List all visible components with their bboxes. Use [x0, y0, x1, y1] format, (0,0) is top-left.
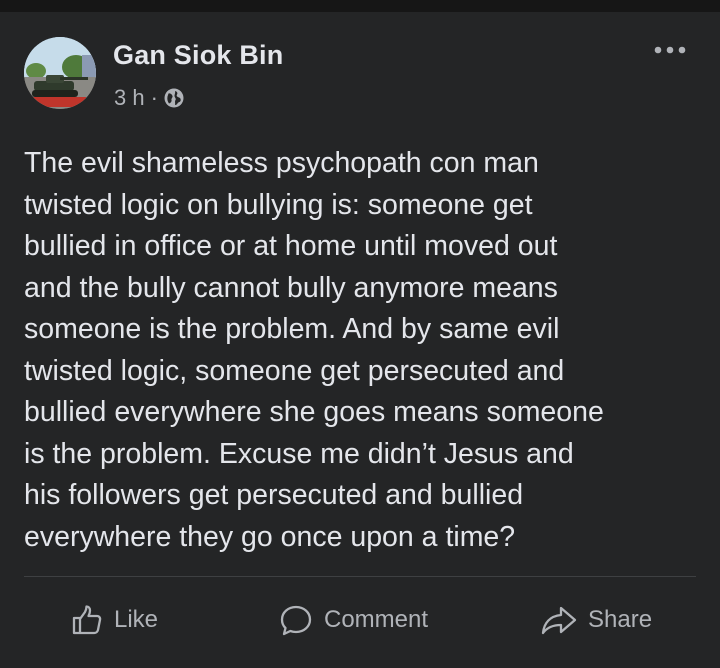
top-bar — [0, 0, 720, 12]
comment-bubble-icon — [280, 605, 312, 636]
author-name[interactable]: Gan Siok Bin — [113, 40, 283, 71]
post-card: Gan Siok Bin 3 h · The evil shameless ps… — [0, 12, 720, 668]
action-bar: Like Comment Share — [0, 596, 720, 644]
more-options-icon[interactable] — [650, 38, 690, 62]
share-arrow-icon — [541, 606, 577, 635]
meta-separator: · — [150, 85, 158, 110]
comment-button[interactable]: Comment — [278, 596, 428, 644]
post-meta: 3 h · — [114, 85, 184, 111]
avatar-image — [24, 37, 96, 109]
like-label: Like — [114, 606, 159, 633]
share-label: Share — [588, 606, 653, 633]
avatar[interactable] — [24, 37, 96, 109]
comment-label: Comment — [324, 606, 429, 633]
divider — [24, 576, 696, 577]
thumbs-up-icon — [72, 605, 102, 635]
like-button[interactable]: Like — [70, 596, 158, 644]
share-button[interactable]: Share — [540, 596, 652, 644]
post-text: The evil shameless psychopath con man tw… — [24, 147, 604, 553]
post-time[interactable]: 3 h — [114, 85, 145, 111]
globe-icon — [164, 88, 184, 108]
